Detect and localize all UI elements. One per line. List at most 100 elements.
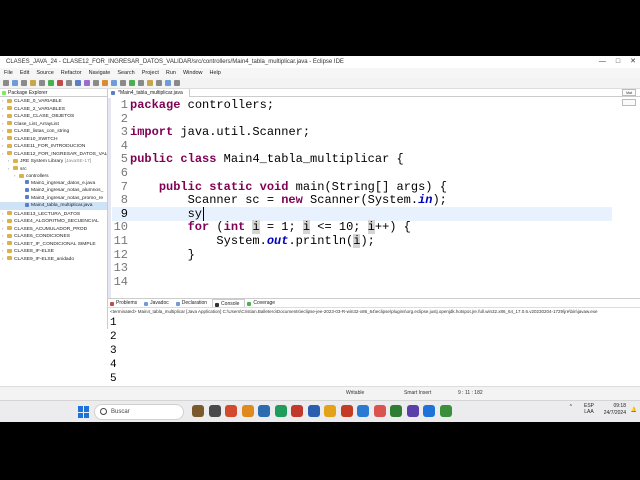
windows-start-icon[interactable] <box>78 406 90 418</box>
toolbar-icon[interactable] <box>111 80 117 86</box>
edge-icon[interactable] <box>423 405 435 417</box>
code-line: 3 import java.util.Scanner; <box>112 125 612 139</box>
notification-icon[interactable]: 🔔 <box>631 407 637 413</box>
toolbar-icon[interactable] <box>156 80 162 86</box>
toolbar-icon[interactable] <box>39 80 45 86</box>
app-icon[interactable] <box>439 405 452 417</box>
chrome-icon[interactable] <box>225 405 237 417</box>
toolbar-icon[interactable] <box>174 80 180 86</box>
toolbar-icon[interactable] <box>102 80 108 86</box>
tree-item[interactable]: › CLASE_CLASE_OBJETOS <box>0 112 107 120</box>
minimize-button[interactable]: — <box>599 56 606 68</box>
toolbar-icon[interactable] <box>57 80 63 86</box>
tree-item[interactable]: Main4_tabla_multiplicar.java <box>0 202 107 210</box>
word-icon[interactable] <box>307 405 320 417</box>
tree-item-label: CLASE4_ALGORITMO_SECUENCIAL <box>14 219 99 224</box>
tree-item-label: Main4_tabla_multiplicar.java <box>31 203 93 208</box>
toolbar-icon[interactable] <box>129 80 135 86</box>
close-button[interactable]: ✕ <box>630 56 636 68</box>
tab-label: Console <box>221 301 240 307</box>
toolbar-icon[interactable] <box>66 80 72 86</box>
toolbar-icon[interactable] <box>75 80 81 86</box>
tree-item[interactable]: › CLASE_0_VARIABLE <box>0 97 107 105</box>
code-token: ); <box>360 234 375 248</box>
toolbar-icon[interactable] <box>93 80 99 86</box>
eclipse-icon[interactable] <box>373 405 386 417</box>
tab-console[interactable]: Console <box>212 299 246 307</box>
quick-access-extra[interactable] <box>622 99 636 106</box>
tree-item[interactable]: › src <box>0 165 107 173</box>
toolbar-icon[interactable] <box>138 80 144 86</box>
spotify-icon[interactable] <box>390 405 402 417</box>
tree-item[interactable]: › CLASE6_CONDICIONES <box>0 232 107 240</box>
menu-edit[interactable]: Edit <box>20 68 29 78</box>
menu-navigate[interactable]: Navigate <box>89 68 111 78</box>
code-line: 4 <box>112 139 612 153</box>
menu-refactor[interactable]: Refactor <box>61 68 82 78</box>
tab-javadoc[interactable]: Javadoc <box>142 299 174 307</box>
toolbar-icon[interactable] <box>48 80 54 86</box>
quick-access-button[interactable]: Mat <box>622 89 636 96</box>
tab-coverage[interactable]: Coverage <box>245 299 280 307</box>
package-explorer-tab[interactable]: Package Explorer <box>0 89 107 97</box>
toolbar-icon[interactable] <box>147 80 153 86</box>
pdf-icon[interactable] <box>340 405 353 417</box>
tree-item[interactable]: › CLASE_listas_con_string <box>0 127 107 135</box>
vscode-icon[interactable] <box>357 405 369 417</box>
menu-source[interactable]: Source <box>36 68 53 78</box>
menu-run[interactable]: Run <box>166 68 176 78</box>
tree-item[interactable]: › Clase_List_ArrayList <box>0 120 107 128</box>
taskbar-search[interactable]: Buscar <box>94 404 184 420</box>
tree-item[interactable]: Main2_ingresar_notas_alumnos_ <box>0 187 107 195</box>
tree-item[interactable]: › CLASE_2_VARIABLES <box>0 105 107 113</box>
toolbar-icon[interactable] <box>3 80 9 86</box>
folder-icon[interactable] <box>324 405 336 417</box>
tree-item[interactable]: › CLASE9_IF-ELSE_anidado <box>0 255 107 263</box>
app-icon[interactable] <box>406 405 419 417</box>
tree-item-label: controllers <box>26 174 49 179</box>
tree-item[interactable]: › CLASE7_IF_CONDICIONAL SIMPLE <box>0 240 107 248</box>
clock[interactable]: 09:18 24/7/2024 <box>604 403 626 417</box>
code-line: 6 <box>112 166 612 180</box>
code-token: Main4_tabla_multiplicar { <box>216 152 404 167</box>
tree-item[interactable]: › CLASE4_ALGORITMO_SECUENCIAL <box>0 217 107 225</box>
toolbar-icon[interactable] <box>84 80 90 86</box>
tree-item[interactable]: › JRE System Library [JavaSE-17] <box>0 157 107 165</box>
code-area[interactable]: 1 package controllers; 2 3 import java.util.… <box>112 98 612 328</box>
menu-project[interactable]: Project <box>142 68 159 78</box>
firefox-icon[interactable] <box>241 405 254 417</box>
tree-item[interactable]: Main3_ingresar_notas_promo_re <box>0 195 107 203</box>
menu-file[interactable]: File <box>4 68 13 78</box>
toolbar-icon[interactable] <box>12 80 18 86</box>
menu-window[interactable]: Window <box>183 68 203 78</box>
tree-item[interactable]: › CLASE8_IF-ELSE <box>0 247 107 255</box>
toolbar-icon[interactable] <box>120 80 126 86</box>
menu-bar: File Edit Source Refactor Navigate Search Proj… <box>0 68 640 78</box>
store-icon[interactable] <box>274 405 287 417</box>
tree-item[interactable]: › CLASE5_ACUMULADOR_PROD <box>0 225 107 233</box>
toolbar-icon[interactable] <box>30 80 36 86</box>
task-view-icon[interactable] <box>208 405 221 417</box>
tree-item[interactable]: › controllers <box>0 172 107 180</box>
weather-icon[interactable] <box>192 405 204 417</box>
tree-item-label: Main2_ingresar_notas_alumnos_ <box>31 188 104 193</box>
title-bar: CLASES_JAVA_24 - CLASE12_FOR_INGRESAR_DA… <box>0 56 640 68</box>
file-explorer-icon[interactable] <box>258 405 270 417</box>
tree-item[interactable]: › CLASE10_SWITCH <box>0 135 107 143</box>
toolbar-icon[interactable] <box>21 80 27 86</box>
tree-item[interactable]: › CLASE11_FOR_INTRODUCION <box>0 142 107 150</box>
tab-problems[interactable]: Problems <box>108 299 142 307</box>
tab-declaration[interactable]: Declaration <box>174 299 212 307</box>
toolbar-icon[interactable] <box>165 80 171 86</box>
tree-item[interactable]: › CLASE13_LECTURA_DATOS <box>0 210 107 218</box>
menu-help[interactable]: Help <box>210 68 221 78</box>
language-indicator[interactable]: ESP LAA <box>584 403 594 415</box>
maximize-button[interactable]: □ <box>616 56 620 68</box>
editor-tab-bar: *Main4_tabla_multiplicar.java <box>108 89 640 97</box>
menu-search[interactable]: Search <box>117 68 134 78</box>
caret-up-icon[interactable]: ^ <box>570 404 572 410</box>
tree-item[interactable]: › CLASE12_FOR_INGRESAR_DATOS_VALIDA <box>0 150 107 158</box>
editor-tab-main4[interactable]: *Main4_tabla_multiplicar.java <box>108 89 190 97</box>
adobe-icon[interactable] <box>291 405 303 417</box>
tree-item[interactable]: Main1_ingresar_datos_e.java <box>0 180 107 188</box>
